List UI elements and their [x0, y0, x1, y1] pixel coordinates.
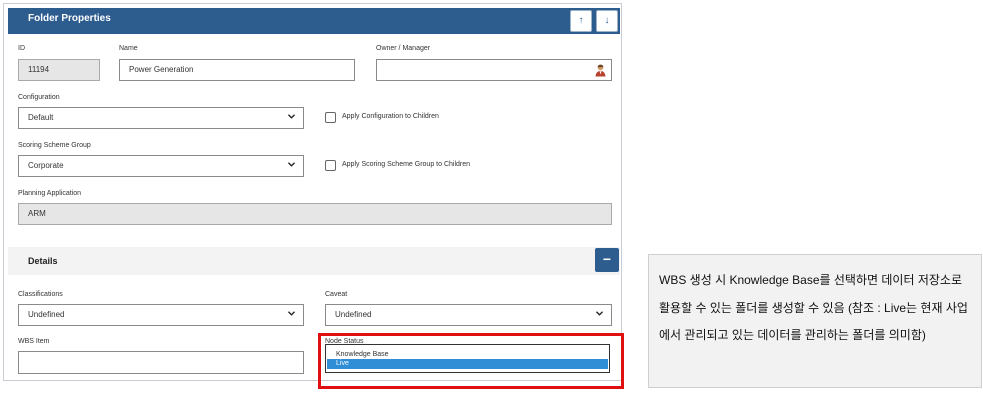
owner-field[interactable] [376, 59, 612, 81]
caveat-select[interactable]: Undefined [325, 304, 612, 326]
wbs-item-field[interactable] [18, 351, 304, 374]
classifications-select[interactable]: Undefined [18, 304, 304, 326]
classifications-label: Classifications [18, 291, 63, 298]
move-up-button[interactable]: ↑ [570, 10, 592, 32]
details-title: Details [28, 256, 58, 266]
wbs-item-label: WBS Item [18, 338, 50, 345]
scoring-scheme-select[interactable]: Corporate [18, 155, 304, 177]
apply-configuration-label: Apply Configuration to Children [342, 113, 439, 120]
id-field: 11194 [18, 59, 100, 81]
chevron-down-icon [596, 311, 603, 316]
arrow-down-icon: ↓ [604, 15, 610, 26]
arrow-up-icon: ↑ [578, 15, 584, 26]
highlight-box [318, 333, 624, 389]
configuration-label: Configuration [18, 94, 60, 101]
chevron-down-icon [288, 311, 295, 316]
move-down-button[interactable]: ↓ [596, 10, 618, 32]
collapse-details-button[interactable]: − [595, 248, 619, 272]
name-label: Name [119, 45, 138, 52]
planning-application-field: ARM [18, 203, 612, 225]
owner-label: Owner / Manager [376, 45, 431, 52]
scoring-scheme-label: Scoring Scheme Group [18, 142, 91, 149]
panel-title: Folder Properties [28, 13, 111, 24]
caveat-label: Caveat [325, 291, 348, 298]
id-label: ID [18, 45, 25, 52]
apply-scoring-label: Apply Scoring Scheme Group to Children [342, 161, 471, 168]
apply-scoring-checkbox[interactable] [325, 160, 336, 171]
name-field[interactable]: Power Generation [119, 59, 355, 81]
minus-icon: − [602, 251, 612, 267]
chevron-down-icon [288, 114, 295, 119]
details-section-header [8, 247, 620, 275]
user-lookup-icon[interactable] [595, 64, 606, 77]
annotation-note: WBS 생성 시 Knowledge Base를 선택하면 데이터 저장소로 활… [648, 254, 982, 388]
planning-application-label: Planning Application [18, 190, 82, 197]
chevron-down-icon [288, 162, 295, 167]
apply-configuration-checkbox[interactable] [325, 112, 336, 123]
configuration-select[interactable]: Default [18, 107, 304, 129]
